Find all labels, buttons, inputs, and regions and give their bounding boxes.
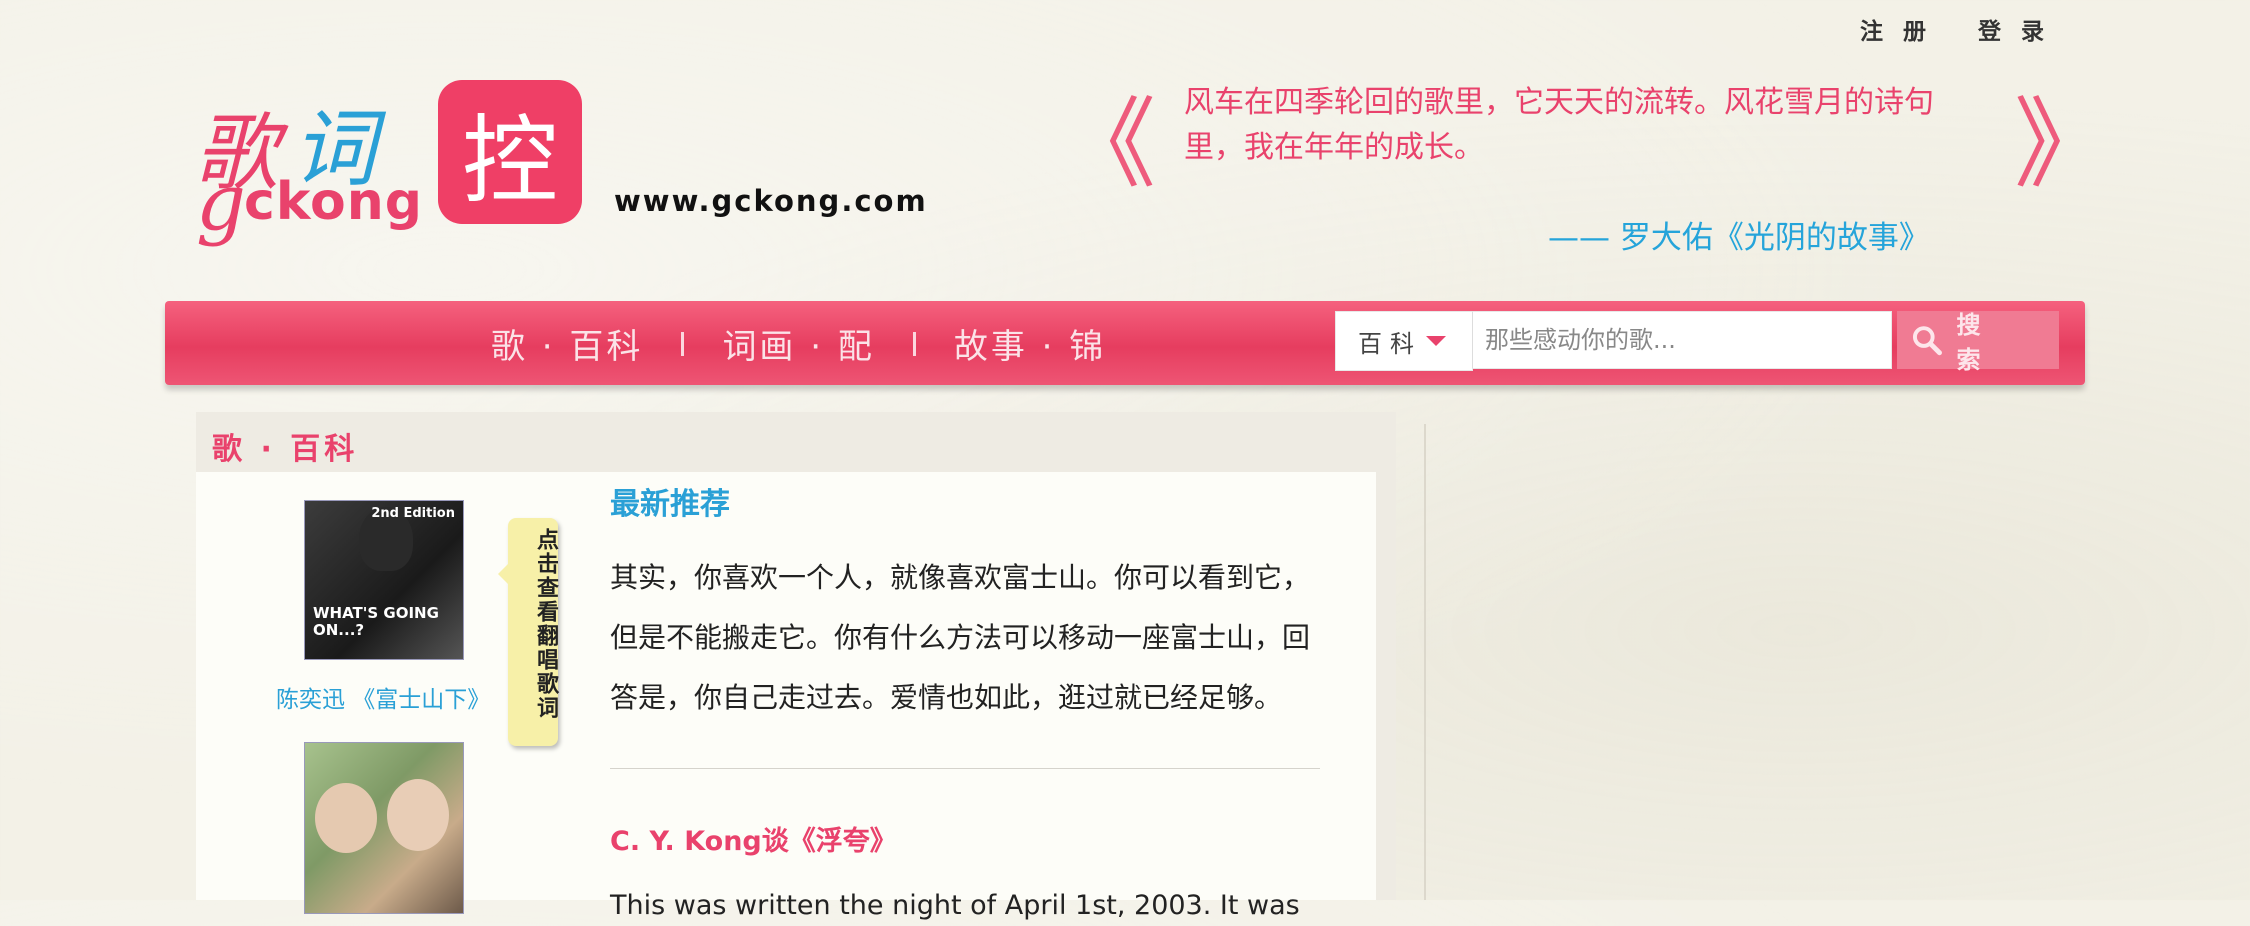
chevron-down-icon <box>1426 336 1446 346</box>
auth-links: 注 册 登 录 <box>1860 12 2050 46</box>
nav-items: 歌 · 百科 词画 · 配 故事 · 锦 <box>491 319 1106 368</box>
quote-text: 风车在四季轮回的歌里，它天天的流转。风花雪月的诗句里，我在年年的成长。 <box>1184 85 1934 165</box>
search-icon <box>1912 326 1942 356</box>
baike-card: 2nd Edition WHAT'S GOING ON...? 陈奕迅 《富士山… <box>196 472 1376 921</box>
nav-item-gushi[interactable]: 故事 · 锦 <box>954 319 1106 368</box>
section-title: 歌 · 百科 <box>212 432 359 467</box>
nav-divider <box>681 331 685 356</box>
quote-prev-icon[interactable]: 《 <box>1058 96 1156 194</box>
logo-box-char: 控 <box>462 104 558 217</box>
search-bar: 百科 搜 索 <box>1335 311 2059 374</box>
baike-panel: 歌 · 百科 2nd Edition WHAT'S GOING ON...? 陈… <box>196 412 1396 921</box>
logo-kong-box: 控 <box>438 80 582 224</box>
quote-next-icon[interactable]: 》 <box>2014 96 2112 194</box>
register-link[interactable]: 注 册 <box>1860 12 1932 46</box>
site-logo[interactable]: 歌 词 g ckong 控 www.gckong.com <box>190 78 926 248</box>
search-category-select[interactable]: 百科 <box>1335 311 1473 371</box>
album-caption[interactable]: 陈奕迅 《富士山下》 <box>276 680 490 714</box>
main-nav: 歌 · 百科 词画 · 配 故事 · 锦 百科 搜 索 <box>165 301 2085 385</box>
column-divider <box>1424 424 1426 900</box>
latest-text: 其实，你喜欢一个人，就像喜欢富士山。你可以看到它，但是不能搬走它。你有什么方法可… <box>610 561 1311 714</box>
article-column: 最新推荐 其实，你喜欢一个人，就像喜欢富士山。你可以看到它，但是不能搬走它。你有… <box>610 480 1320 926</box>
nav-item-cihua[interactable]: 词画 · 配 <box>722 319 874 368</box>
latest-heading[interactable]: 最新推荐 <box>610 480 1320 530</box>
nav-item-baike[interactable]: 歌 · 百科 <box>491 319 643 368</box>
quote-author: —— 罗大佑《光阴的故事》 <box>1548 220 1930 256</box>
album-figure <box>387 779 449 851</box>
site-url: www.gckong.com <box>614 184 928 218</box>
logo-letter-g: g <box>196 158 246 248</box>
divider <box>610 768 1320 769</box>
search-category-value: 百科 <box>1358 329 1422 358</box>
nav-divider <box>912 331 916 356</box>
cy-heading[interactable]: C. Y. Kong谈《浮夸》 <box>610 819 1320 858</box>
album-cover[interactable]: 2nd Edition WHAT'S GOING ON...? <box>304 500 464 660</box>
album-title-art: WHAT'S GOING ON...? <box>313 604 439 639</box>
album-cover[interactable] <box>304 742 464 914</box>
logo-ckong: ckong <box>244 172 423 232</box>
cover-lyrics-label: 点击查看翻唱歌词 <box>533 528 558 720</box>
search-button-label: 搜 索 <box>1956 311 1997 374</box>
album-figure <box>315 783 377 853</box>
cy-text: This was written the night of April 1st,… <box>610 890 1300 921</box>
album-edition-label: 2nd Edition <box>371 506 455 521</box>
cover-lyrics-tag[interactable]: 点击查看翻唱歌词 <box>498 518 558 746</box>
login-link[interactable]: 登 录 <box>1978 12 2050 46</box>
search-button[interactable]: 搜 索 <box>1897 311 2059 374</box>
search-input[interactable] <box>1472 311 1892 369</box>
